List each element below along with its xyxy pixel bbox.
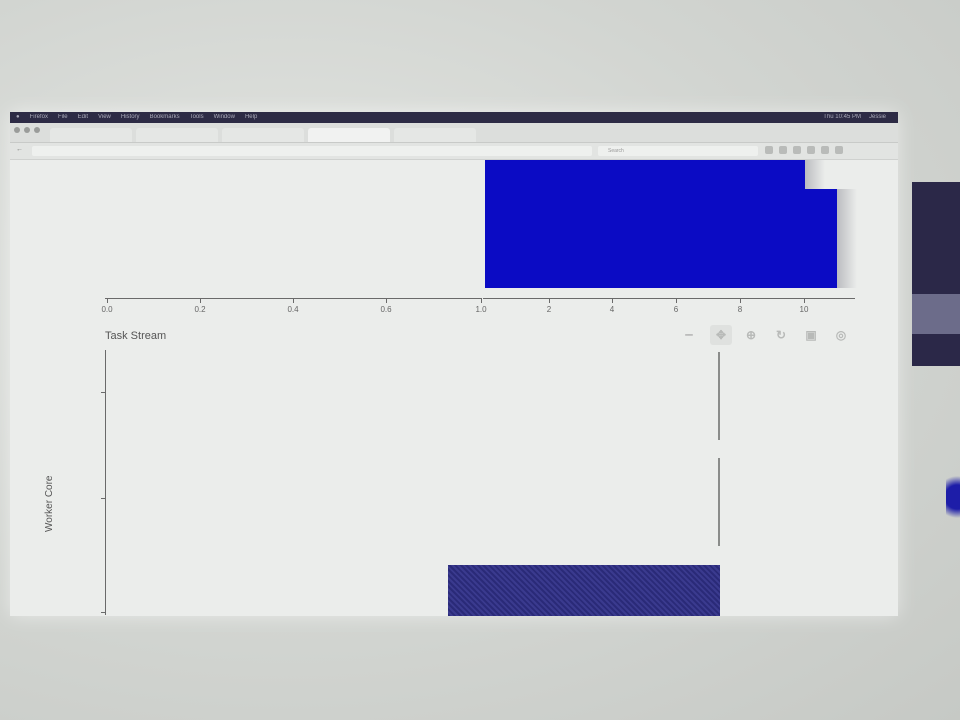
- toolbar-separator: ━━: [685, 332, 693, 339]
- close-window-icon[interactable]: [14, 127, 20, 133]
- bokeh-logo-icon[interactable]: ◎: [830, 325, 852, 345]
- histogram-bar: [485, 160, 805, 288]
- minimize-window-icon[interactable]: [24, 127, 30, 133]
- y-axis-tick: [101, 498, 106, 499]
- histogram-bar-shadow: [837, 189, 857, 288]
- x-axis-tick-label: 1.0: [475, 305, 487, 314]
- search-field[interactable]: Search: [598, 146, 758, 156]
- browser-tab[interactable]: [222, 128, 304, 142]
- x-axis-tick: [386, 298, 387, 303]
- browser-tab[interactable]: [394, 128, 476, 142]
- x-axis-tick: [293, 298, 294, 303]
- menu-item-bookmarks[interactable]: Bookmarks: [150, 112, 180, 123]
- task-stream-y-label: Worker Core: [44, 475, 55, 533]
- task-stream-y-axis: [105, 350, 106, 615]
- menu-item-help[interactable]: Help: [245, 112, 257, 123]
- y-axis-tick: [101, 612, 106, 613]
- x-axis-tick: [200, 298, 201, 303]
- menu-icon[interactable]: [835, 146, 843, 154]
- menu-app-name[interactable]: Firefox: [30, 112, 48, 123]
- x-axis-tick-label: 0.4: [287, 305, 299, 314]
- x-axis-tick-label: 0.2: [194, 305, 206, 314]
- plot-scrollbar[interactable]: [718, 458, 720, 546]
- x-axis-tick-label: 6: [673, 305, 679, 314]
- side-screen-panel: [912, 182, 960, 366]
- wheel-zoom-icon[interactable]: ⊕: [740, 325, 762, 345]
- menu-item-tools[interactable]: Tools: [190, 112, 204, 123]
- extension-icon[interactable]: [821, 146, 829, 154]
- menu-bar: ● Firefox File Edit View History Bookmar…: [10, 112, 898, 123]
- bookmark-star-icon[interactable]: [765, 146, 773, 154]
- x-axis-tick-label: 0.0: [101, 305, 113, 314]
- navigation-bar: ← Search: [10, 143, 898, 160]
- x-axis-tick: [481, 298, 482, 303]
- reading-list-icon[interactable]: [779, 146, 787, 154]
- side-logo-icon: [946, 472, 960, 522]
- x-axis-tick: [612, 298, 613, 303]
- x-axis-tick-label: 0.6: [380, 305, 392, 314]
- right-x-axis: [483, 298, 855, 299]
- apple-menu-icon[interactable]: ●: [16, 112, 20, 123]
- x-axis-tick-label: 8: [737, 305, 743, 314]
- plot-toolbar: ━━ ✥ ⊕ ↻ ▣ ◎: [676, 325, 852, 345]
- x-axis-tick: [676, 298, 677, 303]
- y-axis-tick: [101, 392, 106, 393]
- menu-item-window[interactable]: Window: [214, 112, 235, 123]
- save-icon[interactable]: ▣: [800, 325, 822, 345]
- menu-item-view[interactable]: View: [98, 112, 111, 123]
- menu-user[interactable]: Jessie: [869, 112, 886, 123]
- browser-tab[interactable]: [136, 128, 218, 142]
- x-axis-tick-label: 10: [799, 305, 809, 314]
- address-bar[interactable]: [32, 146, 592, 156]
- page-viewport: 0.0 0.2 0.4 0.6 1.0 2 4 6 8 10 Task Stream ━━ ✥ …: [10, 160, 898, 616]
- window-controls: [14, 127, 40, 133]
- x-axis-tick: [549, 298, 550, 303]
- pan-icon[interactable]: ✥: [710, 325, 732, 345]
- histogram-bar: [805, 189, 837, 288]
- menu-item-edit[interactable]: Edit: [78, 112, 88, 123]
- projected-screen: ● Firefox File Edit View History Bookmar…: [10, 112, 898, 616]
- x-axis-tick: [740, 298, 741, 303]
- menu-item-file[interactable]: File: [58, 112, 68, 123]
- home-icon[interactable]: [807, 146, 815, 154]
- x-axis-tick-label: 2: [546, 305, 552, 314]
- reset-icon[interactable]: ↻: [770, 325, 792, 345]
- plot-scrollbar[interactable]: [718, 352, 720, 440]
- menu-item-history[interactable]: History: [121, 112, 140, 123]
- side-panel-stripe: [912, 294, 960, 334]
- x-axis-tick-label: 4: [609, 305, 615, 314]
- task-stream-block: [448, 565, 720, 616]
- zoom-window-icon[interactable]: [34, 127, 40, 133]
- back-arrow-icon[interactable]: ←: [16, 146, 24, 154]
- menu-clock[interactable]: Thu 10:45 PM: [823, 112, 861, 123]
- x-axis-tick: [804, 298, 805, 303]
- download-icon[interactable]: [793, 146, 801, 154]
- toolbar-icons: [765, 146, 843, 154]
- browser-tab[interactable]: [50, 128, 132, 142]
- tab-bar: [10, 123, 898, 143]
- browser-tab-active[interactable]: [308, 128, 390, 142]
- menu-status-area: Thu 10:45 PM Jessie: [823, 112, 898, 123]
- task-stream-title: Task Stream: [105, 330, 167, 342]
- x-axis-tick: [107, 298, 108, 303]
